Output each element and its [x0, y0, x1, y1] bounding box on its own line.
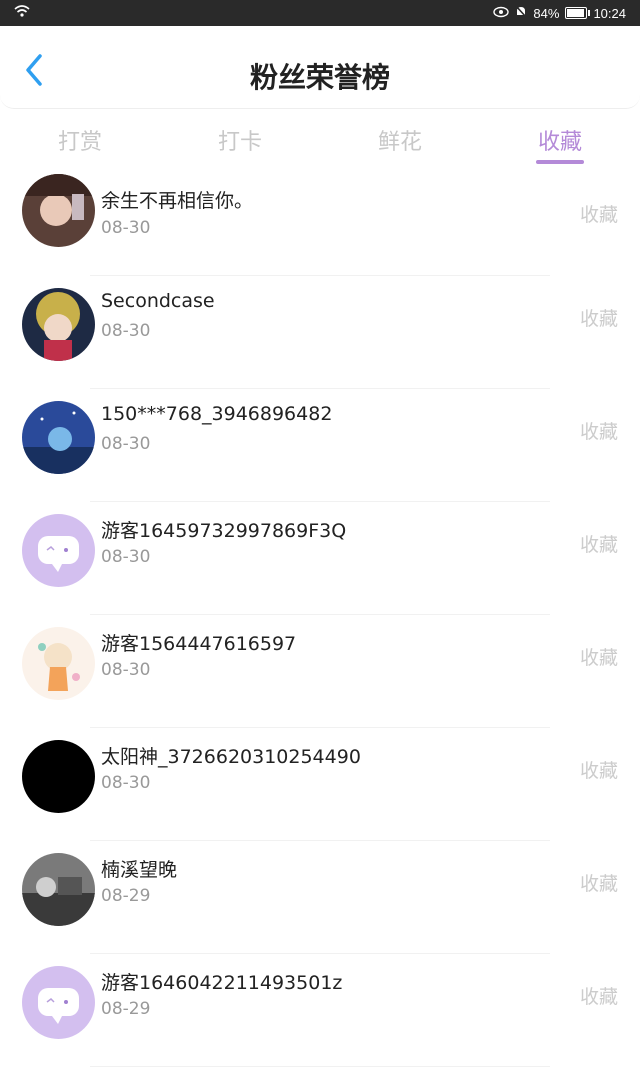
favorite-label: 收藏 — [579, 421, 618, 443]
page-title: 粉丝荣誉榜 — [249, 61, 390, 94]
list-item[interactable]: 游客1646042211493501z 08-29 收藏 — [0, 954, 640, 1067]
list-item[interactable]: 楠溪望晚 08-29 收藏 — [0, 841, 640, 954]
battery-icon — [565, 7, 591, 19]
user-name: 游客1646042211493501z — [101, 972, 343, 994]
favorite-label: 收藏 — [579, 534, 618, 556]
list-item[interactable]: 余生不再相信你。 08-30 收藏 — [0, 174, 640, 276]
avatar — [22, 627, 95, 700]
favorite-label: 收藏 — [579, 647, 618, 669]
tab-favorites[interactable]: 收藏 — [480, 110, 640, 168]
date: 08-30 — [101, 321, 151, 341]
fan-list: 余生不再相信你。 08-30 收藏 Secondcase 08-30 收藏 15… — [0, 174, 640, 1067]
mute-bell-icon — [515, 5, 528, 21]
favorite-label: 收藏 — [579, 986, 618, 1008]
status-bar: 84% 10:24 — [0, 0, 640, 26]
battery-percent: 84% — [533, 5, 560, 21]
avatar — [22, 401, 95, 474]
avatar — [22, 966, 95, 1039]
date: 08-30 — [101, 660, 151, 680]
date: 08-30 — [101, 773, 151, 793]
list-item[interactable]: 游客1564447616597 08-30 收藏 — [0, 615, 640, 728]
date: 08-29 — [101, 999, 151, 1019]
user-name: 游客1564447616597 — [101, 633, 297, 655]
favorite-label: 收藏 — [579, 873, 618, 895]
list-item[interactable]: Secondcase 08-30 收藏 — [0, 276, 640, 389]
avatar — [22, 853, 95, 926]
date: 08-30 — [101, 218, 151, 238]
date: 08-29 — [101, 886, 151, 906]
favorite-label: 收藏 — [579, 308, 618, 330]
tab-checkin[interactable]: 打卡 — [160, 110, 320, 168]
user-name: 太阳神_372662031025449​0 — [101, 746, 361, 768]
user-name: 楠溪望晚 — [101, 859, 178, 881]
date: 08-30 — [101, 547, 151, 567]
avatar — [22, 740, 95, 813]
clock: 10:24 — [593, 5, 626, 21]
list-item[interactable]: 太阳神_372662031025449​0 08-30 收藏 — [0, 728, 640, 841]
list-item[interactable]: 游客16459732997869F3Q 08-30 收藏 — [0, 502, 640, 615]
favorite-label: 收藏 — [579, 204, 618, 226]
favorite-label: 收藏 — [579, 760, 618, 782]
eye-icon — [493, 6, 510, 21]
tab-bar: 打赏 打卡 鲜花 收藏 — [0, 110, 640, 168]
tab-flowers[interactable]: 鲜花 — [320, 110, 480, 168]
user-name: 150***768_3946896482 — [101, 403, 333, 425]
avatar — [22, 174, 95, 247]
date: 08-30 — [101, 434, 151, 454]
header: 粉丝荣誉榜 — [0, 26, 640, 109]
tab-reward[interactable]: 打赏 — [0, 110, 160, 168]
tab-underline — [536, 160, 584, 164]
wifi-icon — [14, 4, 30, 21]
user-name: Secondcase — [101, 290, 215, 312]
user-name: 游客16459732997869F3Q — [101, 520, 347, 542]
list-item[interactable]: 150***768_3946896482 08-30 收藏 — [0, 389, 640, 502]
user-name: 余生不再相信你。 — [101, 190, 254, 212]
avatar — [22, 514, 95, 587]
avatar — [22, 288, 95, 361]
